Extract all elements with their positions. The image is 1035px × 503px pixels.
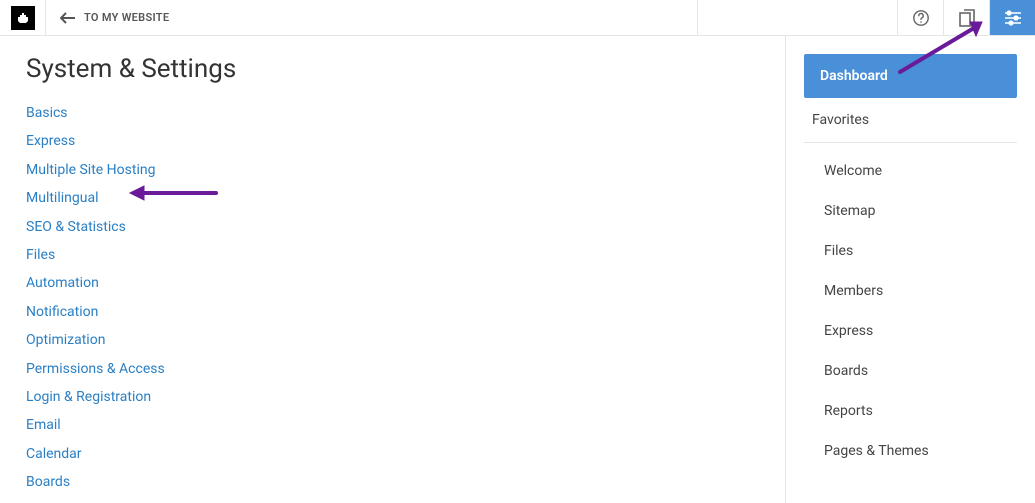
concrete-logo: [11, 6, 35, 30]
favorite-item-reports[interactable]: Reports: [804, 391, 1017, 431]
dashboard-button[interactable]: Dashboard: [804, 54, 1017, 98]
settings-link-login-registration[interactable]: Login & Registration: [26, 386, 759, 408]
favorite-item-members[interactable]: Members: [804, 271, 1017, 311]
page-title: System & Settings: [26, 54, 759, 84]
hand-logo-icon: [15, 10, 31, 26]
favorite-item-sitemap[interactable]: Sitemap: [804, 191, 1017, 231]
content-area: System & Settings Basics Express Multiple …: [0, 36, 1035, 503]
settings-link-calendar[interactable]: Calendar: [26, 443, 759, 465]
favorites-header[interactable]: Favorites: [804, 98, 1017, 143]
settings-link-seo-statistics[interactable]: SEO & Statistics: [26, 216, 759, 238]
favorite-item-express[interactable]: Express: [804, 311, 1017, 351]
back-to-site-link[interactable]: TO MY WEBSITE: [46, 0, 183, 35]
settings-link-list: Basics Express Multiple Site Hosting Multil…: [26, 102, 759, 503]
help-icon: [912, 9, 930, 27]
settings-link-boards[interactable]: Boards: [26, 471, 759, 493]
topbar: TO MY WEBSITE: [0, 0, 1035, 36]
settings-link-multilingual[interactable]: Multilingual: [26, 187, 759, 209]
settings-link-basics[interactable]: Basics: [26, 102, 759, 124]
main-panel: System & Settings Basics Express Multiple …: [0, 36, 785, 503]
settings-link-files[interactable]: Files: [26, 244, 759, 266]
search-box[interactable]: [697, 0, 897, 35]
settings-link-express[interactable]: Express: [26, 130, 759, 152]
favorite-item-files[interactable]: Files: [804, 231, 1017, 271]
search-input[interactable]: [716, 10, 892, 25]
favorite-item-welcome[interactable]: Welcome: [804, 151, 1017, 191]
favorite-item-pages-themes[interactable]: Pages & Themes: [804, 431, 1017, 471]
copy-page-icon: [959, 9, 975, 27]
sliders-icon: [1004, 10, 1022, 26]
logo-box[interactable]: [0, 0, 46, 35]
settings-link-optimization[interactable]: Optimization: [26, 329, 759, 351]
sidebar-panel: Dashboard Favorites WelcomeSitemapFilesM…: [785, 36, 1035, 503]
settings-link-permissions-access[interactable]: Permissions & Access: [26, 358, 759, 380]
arrow-left-icon: [60, 12, 76, 24]
favorites-list: WelcomeSitemapFilesMembersExpressBoardsR…: [804, 151, 1017, 471]
settings-link-conversations[interactable]: Conversations: [26, 499, 759, 503]
settings-link-multiple-site-hosting[interactable]: Multiple Site Hosting: [26, 159, 759, 181]
back-label: TO MY WEBSITE: [84, 11, 169, 24]
settings-link-notification[interactable]: Notification: [26, 301, 759, 323]
settings-link-automation[interactable]: Automation: [26, 272, 759, 294]
favorite-item-boards[interactable]: Boards: [804, 351, 1017, 391]
settings-link-email[interactable]: Email: [26, 414, 759, 436]
pages-button[interactable]: [943, 0, 989, 35]
topbar-spacer: [183, 0, 697, 35]
help-button[interactable]: [897, 0, 943, 35]
settings-panel-button[interactable]: [989, 0, 1035, 35]
